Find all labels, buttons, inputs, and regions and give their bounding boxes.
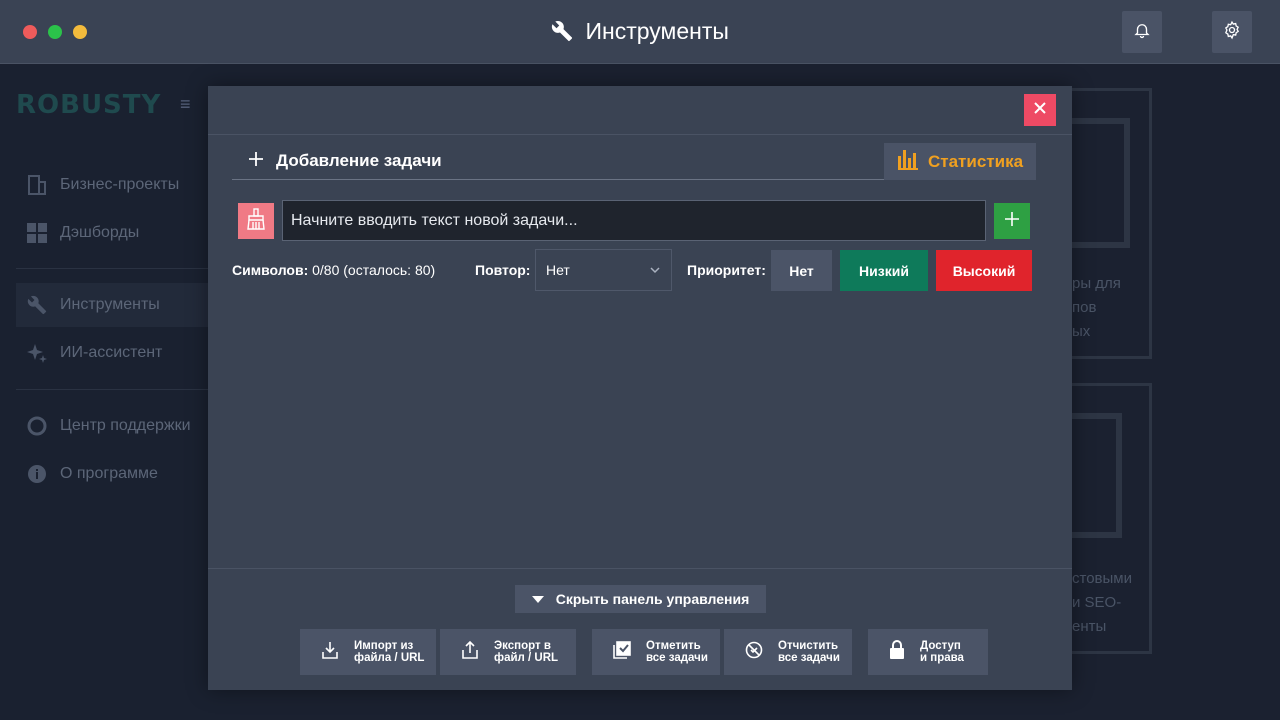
sidebar-item-tools[interactable]: Инструменты <box>16 283 240 327</box>
close-modal-button[interactable] <box>1024 94 1056 126</box>
section-header: Добавление задачи Статистика <box>232 143 1036 180</box>
bell-icon <box>1133 21 1151 44</box>
repeat-label: Повтор: <box>475 262 531 278</box>
hide-panel-button[interactable]: Скрыть панель управления <box>515 585 766 613</box>
check-all-icon <box>612 640 632 665</box>
section-title: Добавление задачи <box>276 151 442 170</box>
triangle-down-icon <box>531 595 544 603</box>
sidebar-item-ai-assistant[interactable]: ИИ-ассистент <box>16 331 240 375</box>
access-rights-label: Доступ и права <box>920 640 964 664</box>
sidebar-item-support[interactable]: Центр поддержки <box>16 404 240 448</box>
import-icon <box>320 640 340 665</box>
char-counter: Символов: 0/80 (осталось: 80) <box>232 262 435 278</box>
export-label: Экспорт в файл / URL <box>494 640 559 664</box>
bar-chart-icon <box>898 148 918 175</box>
lifebuoy-icon <box>26 415 48 437</box>
priority-low-button[interactable]: Низкий <box>840 250 928 291</box>
chevron-down-icon <box>649 263 661 279</box>
export-button[interactable]: Экспорт в файл / URL <box>440 629 576 675</box>
hamburger-icon[interactable]: ≡ <box>180 94 191 115</box>
repeat-select-value: Нет <box>546 262 570 278</box>
building-icon <box>26 174 48 196</box>
close-icon <box>1033 101 1047 120</box>
sidebar-item-label: Дэшборды <box>60 224 140 241</box>
clear-all-label: Отчистить все задачи <box>778 640 840 664</box>
statistics-label: Статистика <box>928 151 1024 171</box>
sidebar-item-about[interactable]: О программе <box>16 452 240 496</box>
plus-icon <box>1004 211 1020 232</box>
priority-high-button[interactable]: Высокий <box>936 250 1032 291</box>
gear-icon <box>1222 20 1242 45</box>
statistics-button[interactable]: Статистика <box>884 143 1036 180</box>
export-icon <box>460 640 480 665</box>
sidebar-item-dashboards[interactable]: Дэшборды <box>16 211 240 255</box>
window-title-wrap: Инструменты <box>0 18 1280 48</box>
wrench-icon <box>551 20 573 48</box>
sidebar-item-label: О программе <box>60 465 158 482</box>
title-bar: Инструменты <box>0 0 1280 64</box>
plus-icon <box>248 151 264 172</box>
add-task-button[interactable] <box>994 203 1030 239</box>
sidebar-item-label: Инструменты <box>60 296 160 313</box>
char-counter-value: 0/80 (осталось: 80) <box>312 262 436 278</box>
settings-button[interactable] <box>1212 11 1252 53</box>
sidebar-divider <box>16 268 240 269</box>
import-label: Импорт из файла / URL <box>354 640 425 664</box>
broom-icon <box>246 207 266 235</box>
background-card-text: ры для пов ых <box>1072 275 1121 340</box>
task-text-input[interactable] <box>282 200 986 241</box>
clear-icon <box>744 640 764 665</box>
clean-input-button[interactable] <box>238 203 274 239</box>
dashboard-grid-icon <box>26 222 48 244</box>
sidebar-item-label: ИИ-ассистент <box>60 344 163 361</box>
priority-label: Приоритет: <box>687 262 766 278</box>
import-button[interactable]: Импорт из файла / URL <box>300 629 436 675</box>
modal-divider <box>208 134 1072 135</box>
mark-all-label: Отметить все задачи <box>646 640 708 664</box>
mark-all-button[interactable]: Отметить все задачи <box>592 629 720 675</box>
info-icon <box>26 463 48 485</box>
sidebar-item-label: Бизнес-проекты <box>60 176 180 193</box>
char-counter-label: Символов: <box>232 262 309 278</box>
access-rights-button[interactable]: Доступ и права <box>868 629 988 675</box>
window-title: Инструменты <box>585 18 729 44</box>
notifications-button[interactable] <box>1122 11 1162 53</box>
sidebar-divider <box>16 389 240 390</box>
sidebar-item-label: Центр поддержки <box>60 417 191 434</box>
hide-panel-label: Скрыть панель управления <box>555 591 750 607</box>
clear-all-button[interactable]: Отчистить все задачи <box>724 629 852 675</box>
priority-none-button[interactable]: Нет <box>771 250 832 291</box>
app-logo: ROBUSTY <box>16 90 162 120</box>
wrench-icon <box>26 294 48 316</box>
add-task-modal: Добавление задачи Статистика Символов: 0… <box>208 86 1072 690</box>
footer-divider <box>208 568 1072 569</box>
lock-icon <box>888 639 906 665</box>
sidebar-item-business[interactable]: Бизнес-проекты <box>16 163 240 207</box>
sparkles-icon <box>26 342 48 364</box>
repeat-select[interactable]: Нет <box>535 249 672 291</box>
background-card-text: стовыми и SEO- енты <box>1072 570 1132 635</box>
